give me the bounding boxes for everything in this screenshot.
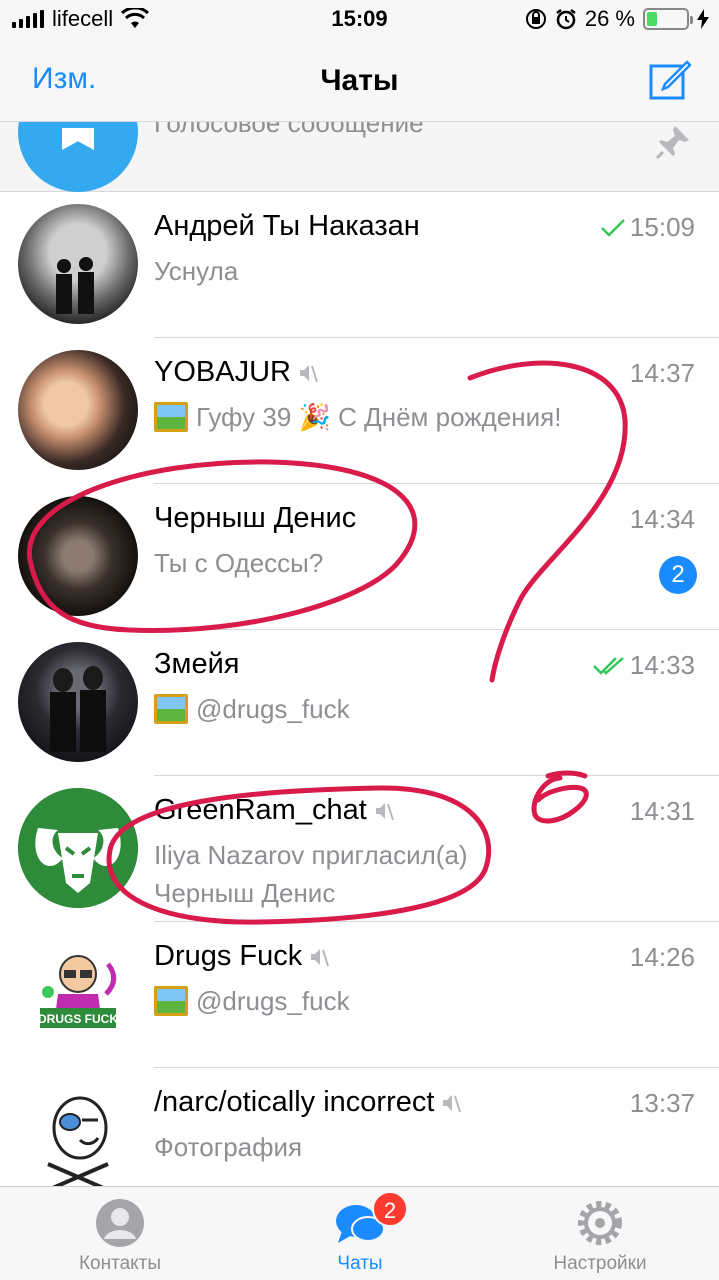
tab-contacts[interactable]: Контакты	[20, 1187, 220, 1280]
chat-preview: Уснула	[154, 256, 239, 286]
contacts-icon	[96, 1199, 144, 1247]
chat-preview: Iliya Nazarov пригласил(а) Черныш Денис	[154, 836, 635, 912]
pinned-preview: Голосовое сообщение	[154, 122, 424, 138]
chat-row[interactable]: /narc/otically incorrect 13:37 Фотографи…	[0, 1068, 719, 1186]
svg-text:DRUGS FUCK: DRUGS FUCK	[38, 1012, 118, 1026]
avatar	[18, 496, 138, 616]
chat-preview: Гуфу 39 🎉 С Днём рождения!	[154, 398, 635, 436]
mute-icon	[375, 802, 394, 820]
compose-icon[interactable]	[649, 58, 691, 100]
saved-messages-avatar	[18, 122, 138, 192]
chat-time: 14:33	[592, 650, 695, 681]
avatar: DRUGS FUCK	[18, 934, 138, 1054]
battery-percent: 26 %	[584, 6, 635, 31]
mute-icon	[299, 364, 318, 382]
navigation-bar: Изм. Чаты	[0, 40, 719, 122]
chat-preview: @drugs_fuck	[154, 982, 635, 1020]
chat-name: Черныш Денис	[154, 502, 357, 534]
chat-name: /narc/otically incorrect	[154, 1086, 462, 1119]
chat-row[interactable]: Змейя 14:33 @drugs_fuck	[0, 630, 719, 776]
chat-time: 15:09	[600, 212, 695, 243]
tab-settings[interactable]: Настройки	[500, 1187, 700, 1280]
chat-name: Drugs Fuck	[154, 940, 330, 973]
bookmark-icon	[62, 128, 94, 150]
avatar	[18, 350, 138, 470]
chat-time: 14:26	[629, 942, 695, 972]
tab-label: Контакты	[78, 1253, 162, 1274]
status-bar: lifecell 15:09 26 %	[0, 0, 719, 40]
read-check-icon	[601, 218, 625, 237]
avatar	[18, 204, 138, 324]
pinned-chat[interactable]: Голосовое сообщение	[0, 122, 719, 192]
status-right: 26 %	[525, 6, 709, 32]
avatar	[18, 1080, 138, 1186]
page-title: Чаты	[320, 64, 399, 97]
chat-list: Голосовое сообщение Андрей Ты Наказан 15…	[0, 122, 719, 1186]
chats-badge: 2	[372, 1191, 408, 1227]
chat-time: 13:37	[629, 1088, 695, 1118]
chat-name: YOBAJUR	[154, 356, 319, 389]
chat-time: 14:37	[629, 358, 695, 388]
alarm-icon	[556, 9, 576, 30]
tab-label: Настройки	[553, 1253, 647, 1274]
charging-icon	[697, 9, 709, 29]
orientation-lock-icon	[525, 9, 546, 29]
avatar	[18, 642, 138, 762]
photo-icon	[154, 402, 188, 432]
chat-time: 14:34	[629, 504, 695, 534]
chat-preview: Ты с Одессы?	[154, 548, 324, 578]
unread-badge: 2	[659, 556, 697, 594]
chat-preview-line: Черныш Денис	[154, 878, 336, 908]
chat-preview: @drugs_fuck	[154, 690, 635, 728]
double-check-icon	[593, 656, 624, 675]
tab-label: Чаты	[337, 1253, 383, 1274]
tab-chats[interactable]: 2 Чаты	[260, 1187, 460, 1280]
tab-bar: Контакты 2 Чаты Настройки	[0, 1186, 719, 1280]
chat-row[interactable]: YOBAJUR 14:37 Гуфу 39 🎉 С Днём рождения!	[0, 338, 719, 484]
chat-time: 14:31	[629, 796, 695, 826]
chat-row[interactable]: Андрей Ты Наказан 15:09 Уснула	[0, 192, 719, 338]
photo-icon	[154, 986, 188, 1016]
chat-row[interactable]: GreenRam_chat 14:31 Iliya Nazarov пригла…	[0, 776, 719, 922]
battery-icon	[643, 8, 693, 30]
chat-preview: Фотография	[154, 1132, 303, 1162]
chat-row[interactable]: DRUGS FUCK Drugs Fuck 14:26 @drugs_fuck	[0, 922, 719, 1068]
settings-icon	[578, 1201, 622, 1245]
chat-preview-line: Iliya Nazarov пригласил(а)	[154, 840, 468, 870]
photo-icon	[154, 694, 188, 724]
mute-icon	[311, 948, 330, 966]
chat-name: Змейя	[154, 648, 240, 680]
pin-icon	[655, 126, 689, 160]
chat-name: GreenRam_chat	[154, 794, 395, 827]
avatar	[18, 788, 138, 908]
mute-icon	[443, 1094, 462, 1112]
chat-row[interactable]: Черныш Денис 14:34 Ты с Одессы? 2	[0, 484, 719, 630]
chat-name: Андрей Ты Наказан	[154, 210, 420, 242]
